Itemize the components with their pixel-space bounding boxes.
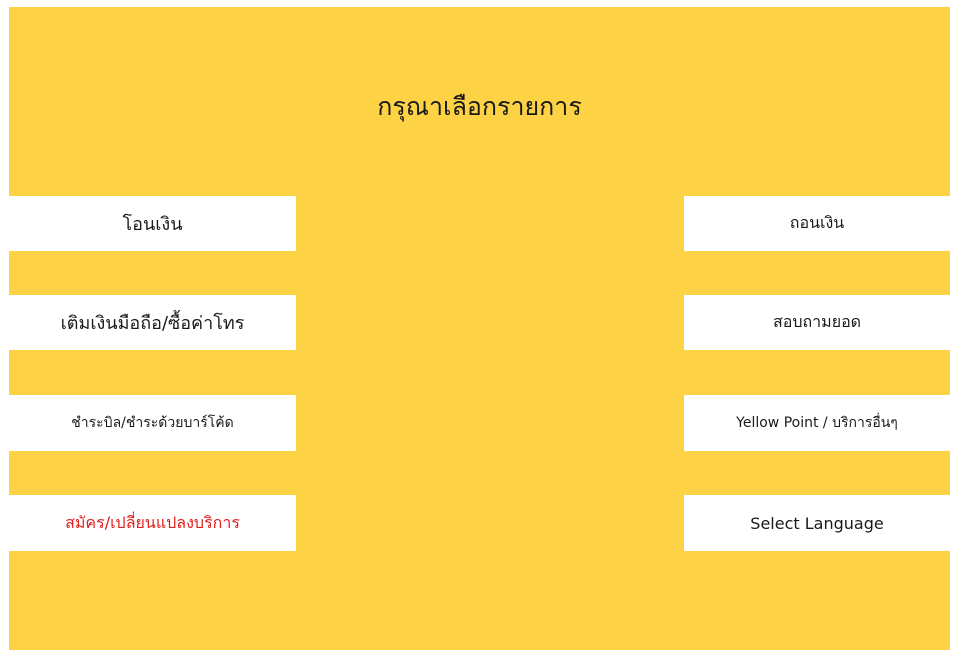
select-language-button[interactable]: Select Language	[684, 495, 950, 551]
bill-payment-button[interactable]: ชำระบิล/ชำระด้วยบาร์โค้ด	[9, 395, 296, 451]
page-title: กรุณาเลือกรายการ	[377, 92, 582, 121]
withdraw-button[interactable]: ถอนเงิน	[684, 196, 950, 251]
yellow-point-other-services-button[interactable]: Yellow Point / บริการอื่นๆ	[684, 395, 950, 451]
mobile-topup-button[interactable]: เติมเงินมือถือ/ซื้อค่าโทร	[9, 295, 296, 350]
atm-menu-screen: กรุณาเลือกรายการ โอนเงิน เติมเงินมือถือ/…	[9, 7, 950, 650]
balance-inquiry-button[interactable]: สอบถามยอด	[684, 295, 950, 350]
transfer-button[interactable]: โอนเงิน	[9, 196, 296, 251]
register-change-service-button[interactable]: สมัคร/เปลี่ยนแปลงบริการ	[9, 495, 296, 551]
